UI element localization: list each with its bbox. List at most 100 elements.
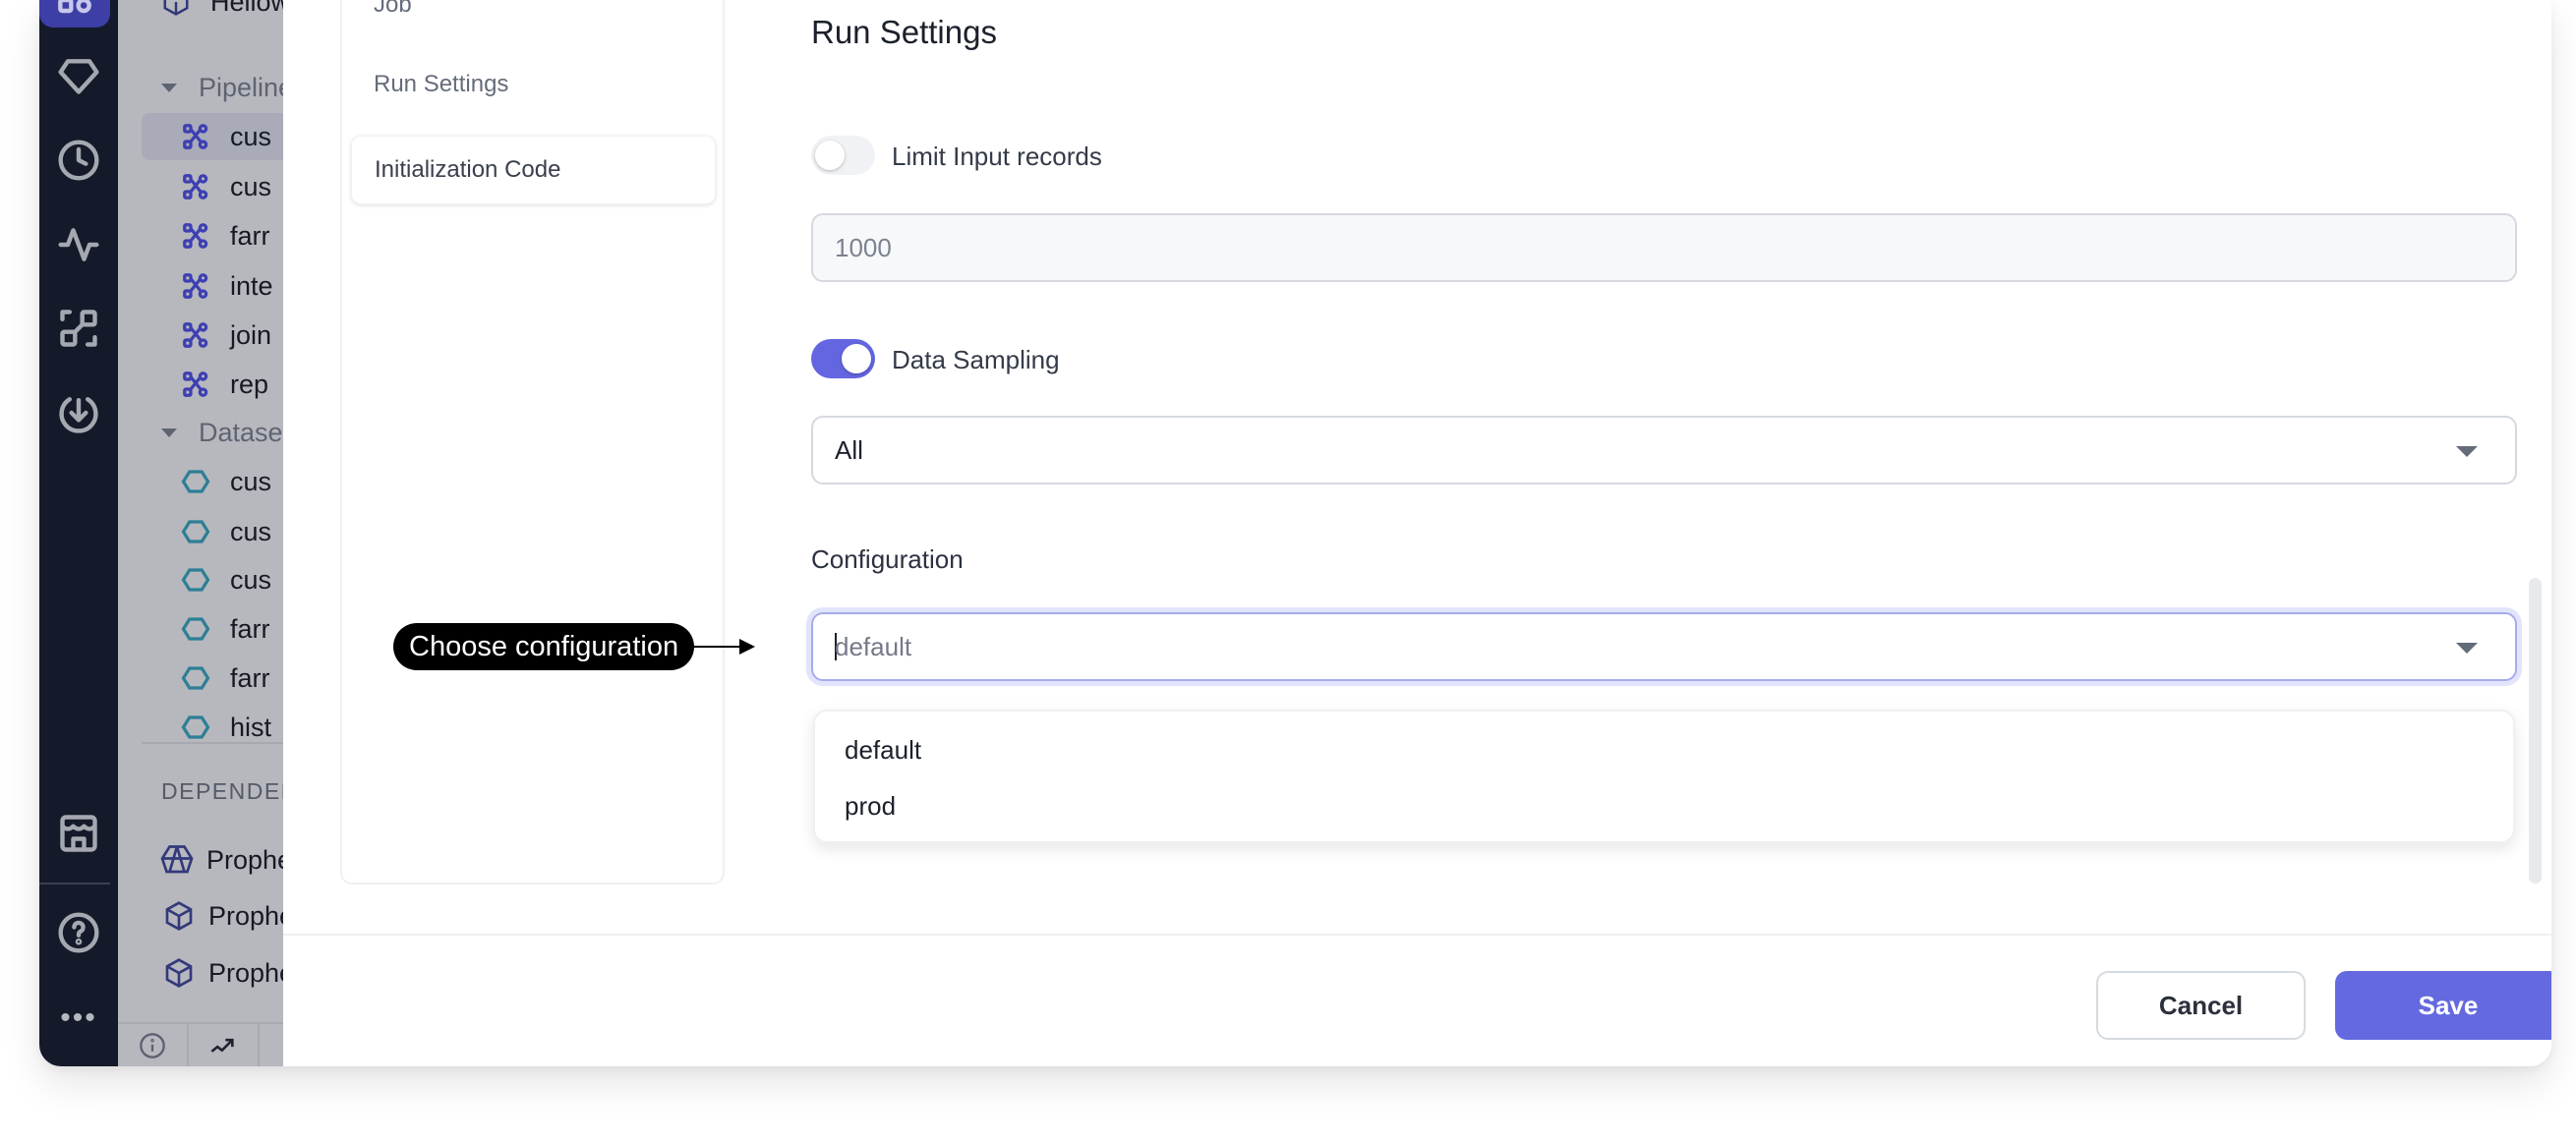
pipeline-item[interactable]: cus: [142, 113, 283, 160]
dependency-item[interactable]: Prophe: [159, 836, 283, 884]
pipeline-name: cus: [230, 121, 272, 151]
configuration-value: default: [835, 631, 912, 661]
datasets-group-header[interactable]: Dataset: [161, 409, 283, 456]
info-tab[interactable]: [118, 1024, 189, 1066]
dependencies-header: DEPENDENC: [161, 778, 283, 804]
dataset-item[interactable]: farr: [181, 605, 283, 653]
app-window: ••• Hellow Pipeline cus cus farr inte: [39, 0, 2551, 1066]
data-sampling-value: All: [835, 434, 863, 465]
dataset-name: cus: [230, 516, 272, 546]
option-prod[interactable]: prod: [845, 791, 896, 822]
trend-tab[interactable]: [189, 1024, 260, 1066]
data-sampling-select[interactable]: All: [811, 416, 2517, 485]
lineage-icon: [60, 310, 97, 347]
more-icon[interactable]: •••: [39, 1003, 118, 1033]
pipelines-group-header[interactable]: Pipeline: [161, 64, 283, 111]
limit-records-input[interactable]: 1000: [811, 213, 2517, 282]
dataset-name: farr: [230, 613, 270, 644]
pipeline-icon: [181, 172, 210, 201]
dataset-name: farr: [230, 662, 270, 693]
menu-item-initialization-code[interactable]: Initialization Code: [351, 136, 716, 204]
configuration-options-menu: default prod: [813, 710, 2515, 843]
pipelines-header-label: Pipeline: [199, 72, 283, 102]
cancel-button[interactable]: Cancel: [2096, 971, 2306, 1040]
project-icon: [161, 0, 191, 17]
dataset-item[interactable]: cus: [181, 508, 283, 555]
chevron-down-icon: [2456, 446, 2478, 457]
pipeline-icon: [181, 221, 210, 251]
pipeline-icon: [181, 122, 210, 151]
trend-icon: [210, 1038, 234, 1053]
dataset-item[interactable]: cus: [181, 556, 283, 603]
configuration-select[interactable]: default: [811, 612, 2517, 681]
data-sampling-toggle[interactable]: [811, 339, 875, 378]
rail-item-jobs[interactable]: [39, 131, 118, 190]
tree-bottom-bar: [118, 1022, 283, 1066]
menu-item-run-settings[interactable]: Run Settings: [351, 50, 716, 119]
clock-icon: [58, 140, 99, 181]
dependency-name: Prophe: [208, 900, 283, 931]
rail-item-help[interactable]: [39, 903, 118, 962]
save-button[interactable]: Save: [2335, 971, 2551, 1040]
pipeline-icon: [181, 320, 210, 350]
callout-arrow-line: [690, 646, 745, 648]
pipeline-name: join: [230, 319, 272, 350]
pipeline-item[interactable]: farr: [181, 212, 283, 259]
dependency-item[interactable]: Prophe: [163, 949, 283, 997]
rail-item-observability[interactable]: [39, 215, 118, 274]
pipeline-item[interactable]: inte: [181, 262, 283, 310]
package-hub-icon: [159, 842, 195, 878]
dataset-item[interactable]: cus: [181, 458, 283, 505]
dataset-icon: [181, 517, 210, 546]
dataset-icon: [181, 467, 210, 496]
option-default[interactable]: default: [845, 735, 921, 766]
dataset-icon: [181, 663, 210, 693]
package-icon: [163, 957, 195, 989]
package-icon: [163, 900, 195, 932]
dataset-name: hist: [230, 714, 272, 740]
project-item[interactable]: Hellow: [161, 0, 283, 26]
marketplace-icon: [60, 815, 97, 852]
dataset-item[interactable]: farr: [181, 655, 283, 702]
run-settings-dialog: Job Run Settings Initialization Code Run…: [283, 0, 2551, 1066]
content-scrollbar[interactable]: [2529, 578, 2542, 884]
dependency-item[interactable]: Prophe: [163, 892, 283, 940]
pipeline-item[interactable]: cus: [181, 163, 283, 210]
limit-input-toggle[interactable]: [811, 136, 875, 175]
menu-item-job[interactable]: Job: [351, 0, 716, 39]
download-icon: [59, 397, 98, 433]
annotation-callout: Choose configuration: [393, 623, 695, 670]
rail-divider: [39, 883, 110, 885]
project-name: Hellow: [210, 0, 283, 17]
pipeline-name: cus: [230, 171, 272, 201]
gem-icon: [58, 59, 99, 94]
dataset-name: cus: [230, 466, 272, 496]
nav-rail: •••: [39, 0, 118, 1066]
data-sampling-label: Data Sampling: [892, 345, 1060, 374]
dataset-icon: [181, 614, 210, 644]
dataset-item[interactable]: hist: [181, 714, 283, 740]
pipeline-name: rep: [230, 369, 269, 399]
tree-divider: [142, 742, 283, 744]
pipeline-item[interactable]: join: [181, 312, 283, 359]
toggle-knob: [815, 141, 845, 170]
pipeline-icon: [181, 370, 210, 399]
pipeline-icon: [181, 271, 210, 301]
configuration-label: Configuration: [811, 544, 964, 574]
rail-item-deploy[interactable]: [39, 383, 118, 442]
settings-menu: Job Run Settings Initialization Code: [340, 0, 725, 885]
footer-divider: [283, 934, 2551, 936]
help-icon: [58, 912, 99, 953]
caret-down-icon: [161, 83, 177, 92]
pipeline-item[interactable]: rep: [181, 361, 283, 408]
dataset-name: cus: [230, 564, 272, 595]
rail-item-gems[interactable]: [39, 46, 118, 105]
caret-down-icon: [161, 428, 177, 437]
datasets-header-label: Dataset: [199, 417, 283, 447]
rail-item-projects[interactable]: [39, 0, 110, 28]
tree-scroll-clip: hist: [118, 714, 283, 740]
project-tree-panel: Hellow Pipeline cus cus farr inte join: [118, 0, 283, 1066]
toggle-knob: [842, 344, 871, 373]
rail-item-marketplace[interactable]: [39, 804, 118, 863]
rail-item-lineage[interactable]: [39, 299, 118, 358]
